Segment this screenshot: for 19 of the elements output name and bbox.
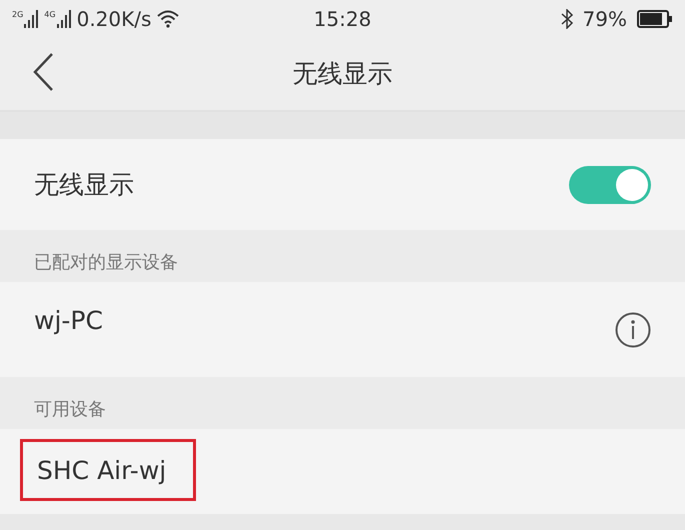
bluetooth-icon xyxy=(560,8,573,28)
battery-icon xyxy=(636,10,673,28)
page-title: 无线显示 xyxy=(292,58,392,90)
network-type-label: 4G xyxy=(44,10,56,18)
network-type-label: 2G xyxy=(12,10,24,18)
signal-icon xyxy=(24,10,38,28)
battery-percentage: 79% xyxy=(582,6,627,30)
device-name[interactable]: wj-PC xyxy=(20,300,117,341)
signal-icon xyxy=(56,10,71,28)
network-speed: 0.20K/s xyxy=(76,6,152,30)
wifi-icon xyxy=(157,10,180,28)
setting-label: 无线显示 xyxy=(34,169,134,201)
toggle-switch[interactable] xyxy=(569,166,651,204)
info-icon[interactable] xyxy=(615,312,651,348)
section-header: 可用设备 xyxy=(34,398,106,421)
section-header: 已配对的显示设备 xyxy=(34,251,178,274)
device-name[interactable]: SHC Air-wj xyxy=(20,439,196,501)
back-button[interactable] xyxy=(32,53,54,91)
clock: 15:28 xyxy=(314,6,372,30)
